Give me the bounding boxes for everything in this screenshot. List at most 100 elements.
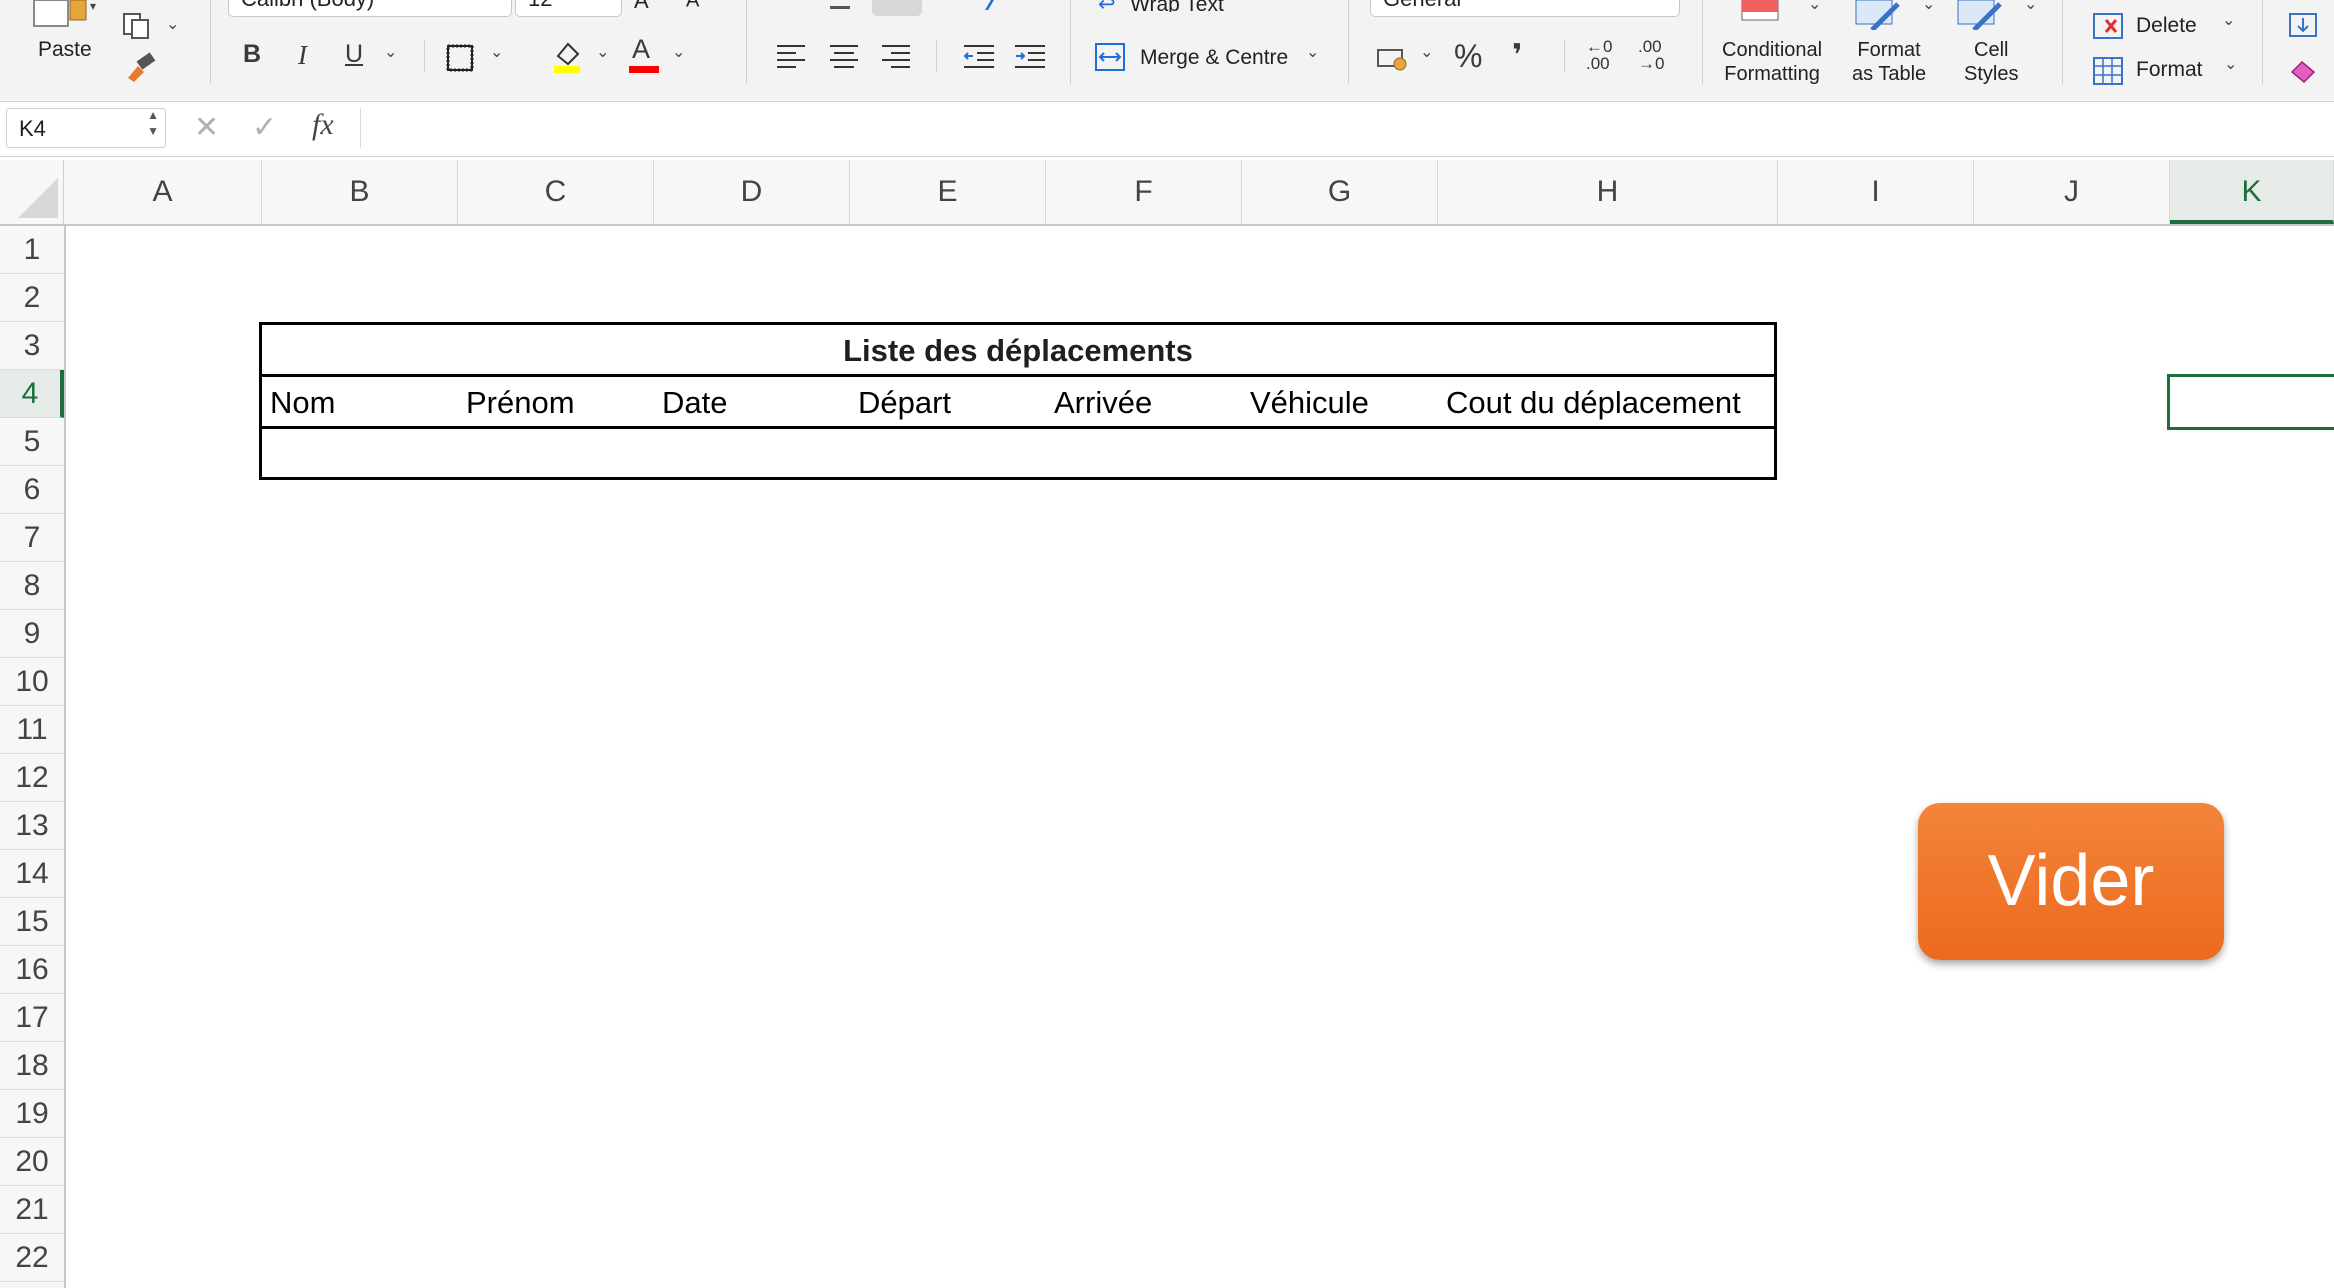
header-cell-nom[interactable]: Nom — [270, 377, 335, 426]
fill-color-dropdown-icon[interactable]: ⌄ — [596, 42, 609, 62]
column-header-a[interactable]: A — [64, 160, 262, 224]
column-header-h[interactable]: H — [1438, 160, 1778, 224]
align-right-icon[interactable] — [881, 44, 911, 70]
align-middle-icon[interactable] — [830, 0, 850, 9]
row-header-20[interactable]: 20 — [0, 1138, 64, 1186]
header-cell-cout[interactable]: Cout du déplacement — [1446, 377, 1741, 426]
copy-dropdown-icon[interactable]: ⌄ — [166, 14, 179, 34]
column-header-f[interactable]: F — [1046, 160, 1242, 224]
header-cell-arrivee[interactable]: Arrivée — [1054, 377, 1152, 426]
underline-button[interactable]: U — [345, 40, 363, 69]
merge-centre-dropdown-icon[interactable]: ⌄ — [1306, 42, 1319, 62]
decrease-font-icon[interactable]: Aˇ — [686, 0, 703, 13]
table-title[interactable]: Liste des déplacements — [262, 325, 1774, 377]
row-header-4[interactable]: 4 — [0, 370, 64, 418]
column-header-d[interactable]: D — [654, 160, 850, 224]
column-header-b[interactable]: B — [262, 160, 458, 224]
format-as-table-icon[interactable] — [1854, 0, 1910, 30]
column-header-j[interactable]: J — [1974, 160, 2170, 224]
header-cell-date[interactable]: Date — [662, 377, 727, 426]
row-header-18[interactable]: 18 — [0, 1042, 64, 1090]
format-painter-icon[interactable] — [124, 52, 160, 82]
increase-indent-icon[interactable] — [1014, 44, 1046, 70]
header-cell-vehicule[interactable]: Véhicule — [1250, 377, 1369, 426]
column-header-k[interactable]: K — [2170, 160, 2334, 224]
italic-button[interactable]: I — [298, 40, 307, 71]
increase-decimal-button[interactable]: ←0 .00 — [1586, 38, 1612, 72]
column-header-g[interactable]: G — [1242, 160, 1438, 224]
fill-color-icon[interactable] — [552, 38, 582, 74]
paste-button[interactable]: Paste — [38, 38, 92, 62]
conditional-formatting-icon[interactable] — [1740, 0, 1796, 22]
decrease-indent-icon[interactable] — [963, 44, 995, 70]
clear-icon[interactable] — [2286, 56, 2320, 84]
fill-down-icon[interactable] — [2288, 12, 2318, 38]
orientation-icon[interactable] — [965, 0, 994, 10]
wrap-text-button[interactable]: ↩ Wrap Text — [1098, 0, 1224, 12]
column-header-c[interactable]: C — [458, 160, 654, 224]
align-left-icon[interactable] — [776, 44, 806, 70]
row-header-2[interactable]: 2 — [0, 274, 64, 322]
row-header-17[interactable]: 17 — [0, 994, 64, 1042]
percent-button[interactable]: % — [1454, 38, 1482, 75]
formula-input[interactable] — [360, 108, 2334, 148]
row-header-12[interactable]: 12 — [0, 754, 64, 802]
delete-button[interactable]: Delete — [2136, 14, 2197, 38]
column-header-e[interactable]: E — [850, 160, 1046, 224]
row-header-8[interactable]: 8 — [0, 562, 64, 610]
conditional-formatting-dropdown-icon[interactable]: ⌄ — [1808, 0, 1821, 14]
row-header-6[interactable]: 6 — [0, 466, 64, 514]
format-button[interactable]: Format — [2136, 58, 2203, 82]
decrease-decimal-button[interactable]: .00 →0 — [1638, 38, 1664, 72]
conditional-formatting-button[interactable]: Conditional Formatting — [1722, 38, 1822, 86]
align-center-icon[interactable] — [829, 44, 859, 70]
font-color-dropdown-icon[interactable]: ⌄ — [672, 42, 685, 62]
enter-icon[interactable]: ✓ — [252, 110, 277, 145]
number-format-select[interactable]: General — [1370, 0, 1680, 17]
align-bottom-icon[interactable] — [872, 0, 922, 16]
delete-dropdown-icon[interactable]: ⌄ — [2222, 10, 2235, 30]
cell-styles-icon[interactable] — [1956, 0, 2012, 30]
format-dropdown-icon[interactable]: ⌄ — [2224, 54, 2237, 74]
cancel-icon[interactable]: ✕ — [194, 110, 219, 145]
vider-button[interactable]: Vider — [1918, 803, 2224, 960]
header-cell-prenom[interactable]: Prénom — [466, 377, 575, 426]
increase-font-icon[interactable]: A^ — [634, 0, 654, 14]
accounting-dropdown-icon[interactable]: ⌄ — [1420, 42, 1433, 62]
row-header-10[interactable]: 10 — [0, 658, 64, 706]
row-header-3[interactable]: 3 — [0, 322, 64, 370]
borders-icon[interactable] — [446, 44, 474, 72]
cell-styles-dropdown-icon[interactable]: ⌄ — [2024, 0, 2037, 14]
row-header-16[interactable]: 16 — [0, 946, 64, 994]
row-header-1[interactable]: 1 — [0, 226, 64, 274]
underline-dropdown-icon[interactable]: ⌄ — [384, 42, 397, 62]
merge-centre-icon[interactable] — [1094, 42, 1126, 72]
row-header-11[interactable]: 11 — [0, 706, 64, 754]
cell-styles-button[interactable]: Cell Styles — [1964, 38, 2018, 86]
format-as-table-dropdown-icon[interactable]: ⌄ — [1922, 0, 1935, 14]
column-header-i[interactable]: I — [1778, 160, 1974, 224]
row-header-19[interactable]: 19 — [0, 1090, 64, 1138]
merge-centre-button[interactable]: Merge & Centre — [1140, 46, 1288, 70]
comma-style-button[interactable]: ❜ — [1512, 38, 1522, 73]
delete-icon[interactable] — [2092, 12, 2124, 40]
row-header-22[interactable]: 22 — [0, 1234, 64, 1282]
row-header-15[interactable]: 15 — [0, 898, 64, 946]
accounting-format-icon[interactable] — [1376, 46, 1410, 72]
table-data-row[interactable] — [262, 429, 1774, 477]
format-as-table-button[interactable]: Format as Table — [1852, 38, 1926, 86]
header-cell-depart[interactable]: Départ — [858, 377, 951, 426]
bold-button[interactable]: B — [243, 40, 261, 69]
selected-cell[interactable] — [2167, 374, 2334, 430]
font-name-select[interactable]: Calibri (Body) — [228, 0, 512, 17]
insert-function-icon[interactable]: fx — [312, 108, 334, 142]
format-cells-icon[interactable] — [2092, 56, 2124, 86]
borders-dropdown-icon[interactable]: ⌄ — [490, 42, 503, 62]
row-header-5[interactable]: 5 — [0, 418, 64, 466]
paste-icon[interactable]: ▾ — [30, 0, 100, 30]
select-all-corner[interactable] — [0, 160, 64, 224]
row-header-9[interactable]: 9 — [0, 610, 64, 658]
row-header-13[interactable]: 13 — [0, 802, 64, 850]
row-header-7[interactable]: 7 — [0, 514, 64, 562]
font-size-select[interactable]: 12 — [515, 0, 622, 17]
